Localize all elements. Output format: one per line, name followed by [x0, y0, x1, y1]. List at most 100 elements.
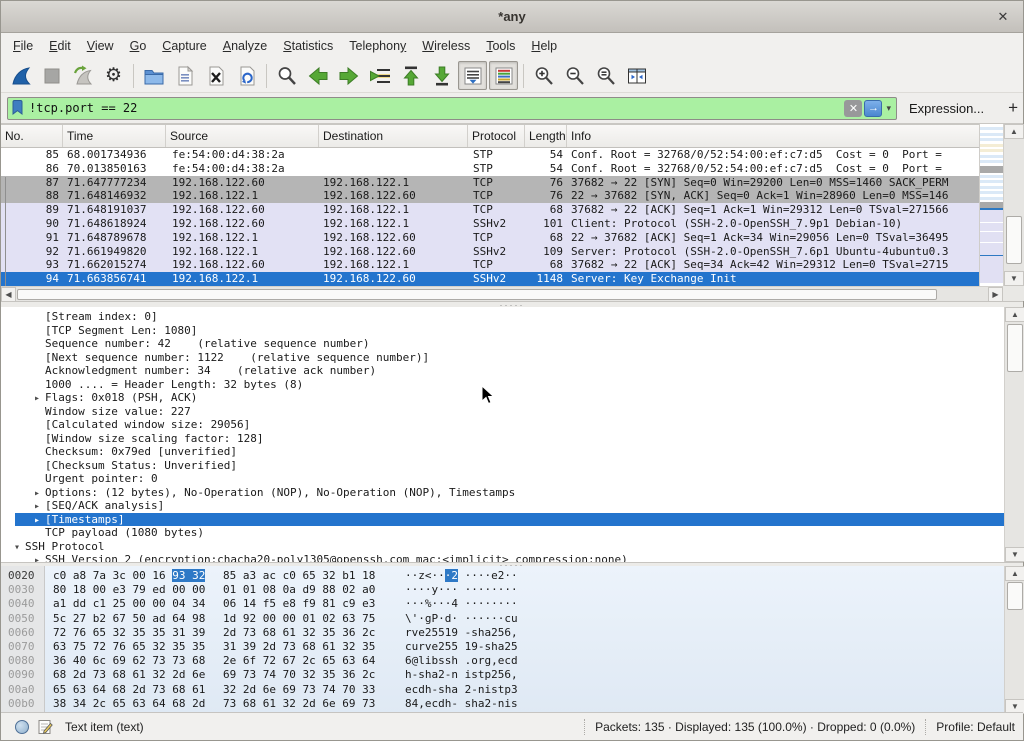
packet-list-hscrollbar[interactable]: ◀ ▶ [1, 286, 1003, 301]
menu-item[interactable]: Tools [478, 35, 523, 57]
go-to-packet-button[interactable] [365, 61, 394, 90]
hex-row[interactable]: 006072 76 65 32 35 35 31 392d 73 68 61 3… [1, 626, 1004, 640]
auto-scroll-button[interactable] [458, 61, 487, 90]
detail-line[interactable]: [TCP Segment Len: 1080] [1, 324, 1004, 338]
scroll-up-arrow[interactable]: ▲ [1005, 307, 1024, 322]
menu-item[interactable]: Capture [154, 35, 214, 57]
hex-row[interactable]: 00b038 34 2c 65 63 64 68 2d73 68 61 32 2… [1, 697, 1004, 711]
hscrollbar-thumb[interactable] [17, 289, 937, 300]
hex-row[interactable]: 009068 2d 73 68 61 32 2d 6e69 73 74 70 3… [1, 668, 1004, 682]
display-filter-field[interactable]: ✕ → ▾ [7, 97, 897, 120]
detail-line[interactable]: ▸[SEQ/ACK analysis] [1, 499, 1004, 513]
expander-icon[interactable]: ▸ [29, 500, 45, 513]
scroll-up-arrow[interactable]: ▲ [1005, 566, 1024, 581]
packet-row[interactable]: 85 68.001734936 fe:54:00:d4:38:2a STP 54… [1, 148, 1003, 162]
go-forward-button[interactable] [334, 61, 363, 90]
column-header[interactable]: Info [567, 125, 1003, 147]
detail-line[interactable]: ▾SSH Protocol [1, 540, 1004, 554]
column-header[interactable]: Length [525, 125, 567, 147]
close-file-button[interactable] [201, 61, 230, 90]
scroll-right-arrow[interactable]: ▶ [988, 287, 1003, 302]
packet-row[interactable]: 93 71.662015274 192.168.122.60 192.168.1… [1, 258, 1003, 272]
stop-capture-button[interactable] [37, 61, 66, 90]
hex-row[interactable]: 0040a1 dd c1 25 00 00 04 3406 14 f5 e8 f… [1, 597, 1004, 611]
detail-line[interactable]: [Next sequence number: 1122 (relative se… [1, 351, 1004, 365]
detail-line[interactable]: 1000 .... = Header Length: 32 bytes (8) [1, 378, 1004, 392]
hex-row[interactable]: 007063 75 72 76 65 32 35 3531 39 2d 73 6… [1, 640, 1004, 654]
packet-row[interactable]: 86 70.013850163 fe:54:00:d4:38:2a STP 54… [1, 162, 1003, 176]
start-capture-button[interactable] [6, 61, 35, 90]
menu-item[interactable]: Wireless [414, 35, 478, 57]
expression-button[interactable]: Expression... [909, 101, 984, 116]
profile-label[interactable]: Profile: Default [936, 720, 1015, 734]
packet-row[interactable]: 92 71.661949820 192.168.122.1 192.168.12… [1, 245, 1003, 259]
zoom-original-button[interactable] [591, 61, 620, 90]
open-file-button[interactable] [139, 61, 168, 90]
scroll-left-arrow[interactable]: ◀ [1, 287, 16, 302]
menu-item[interactable]: File [5, 35, 41, 57]
menu-item[interactable]: Statistics [275, 35, 341, 57]
column-header[interactable]: Time [63, 125, 166, 147]
expert-info-icon[interactable] [15, 720, 29, 734]
detail-line[interactable]: ▸Flags: 0x018 (PSH, ACK) [1, 391, 1004, 405]
detail-line[interactable]: Window size value: 227 [1, 405, 1004, 419]
menu-item[interactable]: Telephony [341, 35, 414, 57]
detail-line[interactable]: Urgent pointer: 0 [1, 472, 1004, 486]
hex-row[interactable]: 00a065 63 64 68 2d 73 68 6132 2d 6e 69 7… [1, 683, 1004, 697]
menu-item[interactable]: Edit [41, 35, 79, 57]
detail-line[interactable]: [Calculated window size: 29056] [1, 418, 1004, 432]
menu-item[interactable]: View [79, 35, 122, 57]
capture-comment-icon[interactable] [37, 719, 53, 735]
capture-options-button[interactable]: ⚙ [99, 61, 128, 90]
detail-line[interactable]: TCP payload (1080 bytes) [1, 526, 1004, 540]
go-back-button[interactable] [303, 61, 332, 90]
column-header[interactable]: Destination [319, 125, 468, 147]
expander-icon[interactable]: ▸ [29, 554, 45, 562]
packet-row[interactable]: 89 71.648191037 192.168.122.60 192.168.1… [1, 203, 1003, 217]
bookmark-icon[interactable] [11, 100, 25, 116]
detail-line[interactable]: ▸[Timestamps] [1, 513, 1004, 527]
detail-line[interactable]: Checksum: 0x79ed [unverified] [1, 445, 1004, 459]
hex-row[interactable]: 0020c0 a8 7a 3c 00 16 93 3285 a3 ac c0 6… [1, 569, 1004, 583]
detail-line[interactable]: [Stream index: 0] [1, 310, 1004, 324]
packet-list-scrollbar[interactable]: ▲ ▼ [1003, 124, 1024, 286]
column-header[interactable]: Source [166, 125, 319, 147]
expander-icon[interactable]: ▸ [29, 392, 45, 405]
hex-scrollbar[interactable]: ▲ ▼ [1004, 566, 1024, 714]
packet-row[interactable]: 91 71.648789678 192.168.122.1 192.168.12… [1, 231, 1003, 245]
hex-row[interactable]: 003080 18 00 e3 79 ed 00 0001 01 08 0a d… [1, 583, 1004, 597]
zoom-in-button[interactable] [529, 61, 558, 90]
resize-columns-button[interactable] [622, 61, 651, 90]
filter-input[interactable] [29, 101, 842, 115]
detail-line[interactable]: Acknowledgment number: 34 (relative ack … [1, 364, 1004, 378]
packet-row[interactable]: 94 71.663856741 192.168.122.1 192.168.12… [1, 272, 1003, 286]
column-header[interactable]: Protocol [468, 125, 525, 147]
scroll-down-arrow[interactable]: ▼ [1004, 271, 1024, 286]
detail-line[interactable]: Sequence number: 42 (relative sequence n… [1, 337, 1004, 351]
detail-line[interactable]: ▸Options: (12 bytes), No-Operation (NOP)… [1, 486, 1004, 500]
find-packet-button[interactable] [272, 61, 301, 90]
add-filter-button[interactable]: + [1008, 98, 1018, 118]
detail-line[interactable]: [Checksum Status: Unverified] [1, 459, 1004, 473]
go-to-bottom-button[interactable] [427, 61, 456, 90]
scroll-down-arrow[interactable]: ▼ [1005, 547, 1024, 562]
detail-line[interactable]: [Window size scaling factor: 128] [1, 432, 1004, 446]
scroll-up-arrow[interactable]: ▲ [1004, 124, 1024, 139]
reload-file-button[interactable] [232, 61, 261, 90]
details-scrollbar[interactable]: ▲ ▼ [1004, 307, 1024, 562]
menu-item[interactable]: Go [122, 35, 155, 57]
filter-dropdown-caret[interactable]: ▾ [886, 103, 891, 114]
colorize-button[interactable] [489, 61, 518, 90]
menu-item[interactable]: Analyze [215, 35, 275, 57]
hex-row[interactable]: 008036 40 6c 69 62 73 73 682e 6f 72 67 2… [1, 654, 1004, 668]
restart-capture-button[interactable] [68, 61, 97, 90]
scrollbar-thumb[interactable] [1007, 582, 1023, 610]
scrollbar-thumb[interactable] [1006, 216, 1022, 264]
menu-item[interactable]: Help [523, 35, 565, 57]
filter-apply-button[interactable]: → [864, 100, 882, 117]
column-header[interactable]: No. [1, 125, 63, 147]
go-to-top-button[interactable] [396, 61, 425, 90]
expander-icon[interactable]: ▸ [29, 514, 45, 527]
expander-icon[interactable]: ▾ [9, 541, 25, 554]
packet-row[interactable]: 87 71.647777234 192.168.122.60 192.168.1… [1, 176, 1003, 190]
